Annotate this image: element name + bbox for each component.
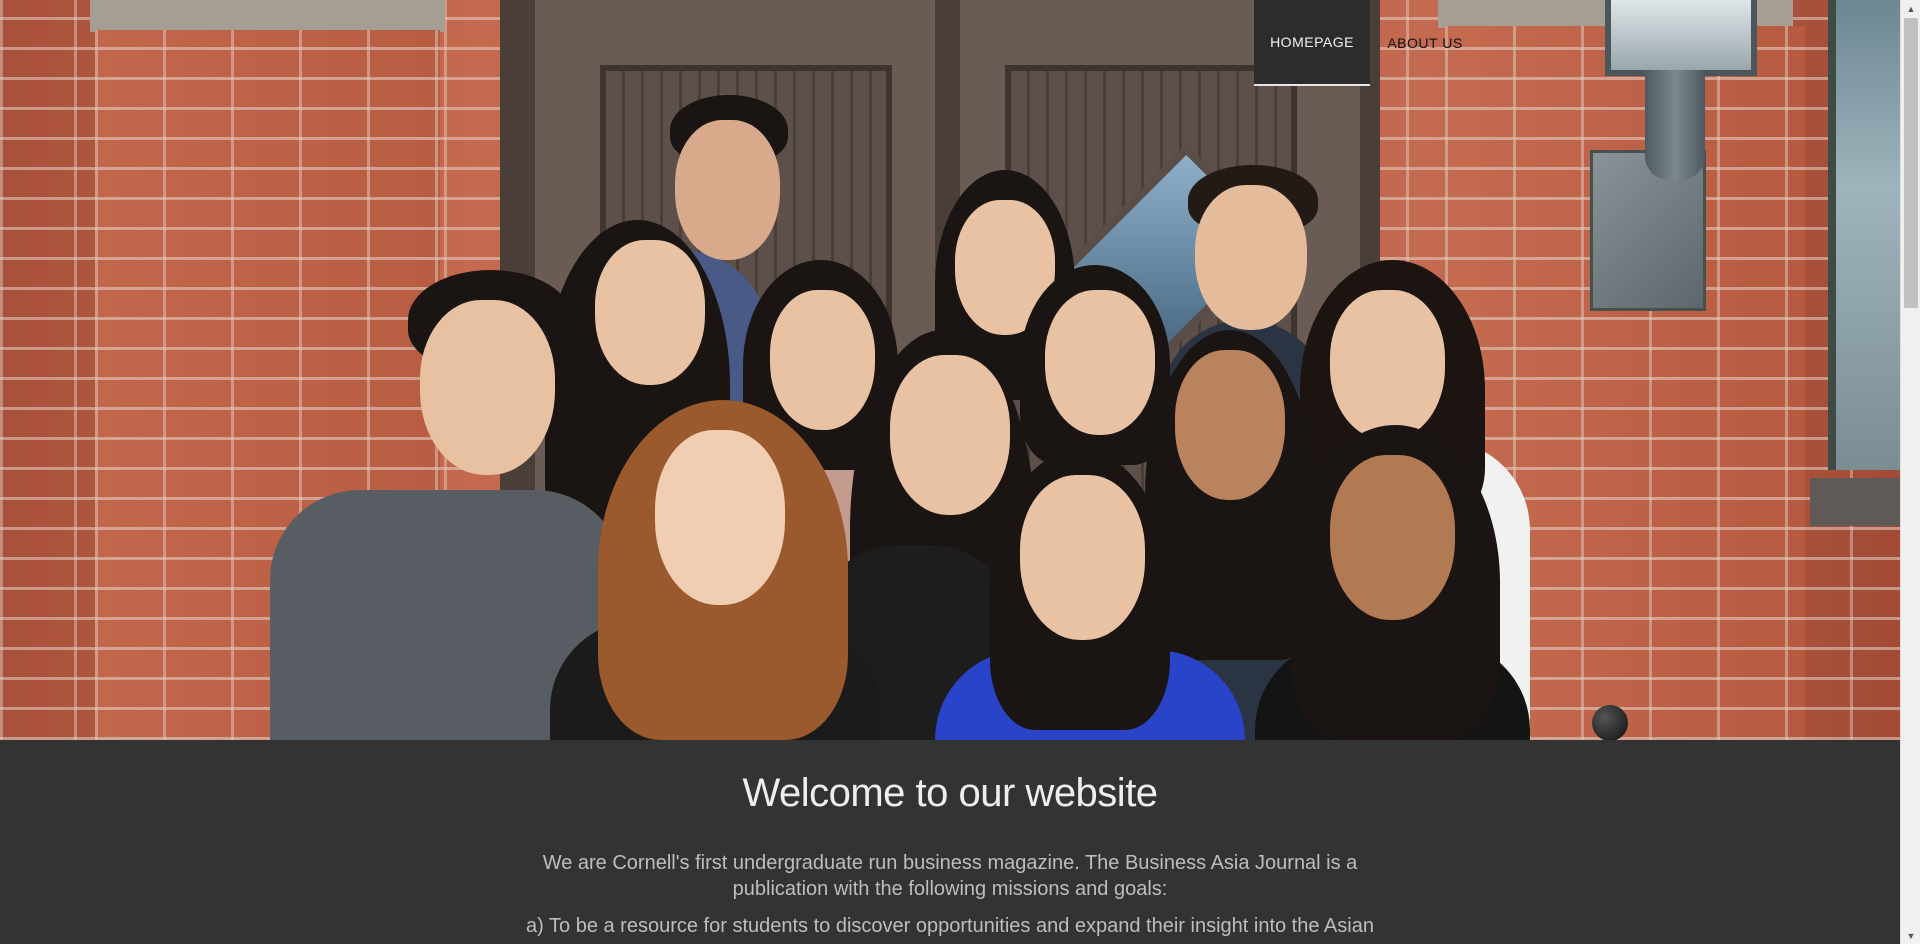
mission-item-a: a) To be a resource for students to disc… [526,915,1374,937]
lamp-head [1605,0,1757,76]
window-sill [1810,478,1900,526]
vertical-scrollbar[interactable]: ▲ ▼ [1900,0,1920,944]
building-window [1828,0,1900,470]
pillar-cap-left [90,0,445,32]
lamp-neck [1645,70,1705,180]
hero-image [0,0,1900,740]
knob-ornament [1592,705,1628,740]
wall-lamp [1590,0,1760,311]
nav-about-us[interactable]: ABOUT US [1370,0,1480,86]
intro-paragraph: We are Cornell's first undergraduate run… [542,852,1358,900]
top-navigation: HOMEPAGE ABOUT US [1254,0,1480,86]
scroll-down-arrow-icon[interactable]: ▼ [1901,927,1920,944]
scroll-thumb[interactable] [1904,18,1918,308]
nav-homepage[interactable]: HOMEPAGE [1254,0,1370,86]
page: HOMEPAGE ABOUT US Welcome to our website… [0,0,1900,944]
scroll-up-arrow-icon[interactable]: ▲ [1901,0,1920,17]
welcome-heading: Welcome to our website [742,771,1158,815]
welcome-section: Welcome to our website We are Cornell's … [0,740,1900,944]
